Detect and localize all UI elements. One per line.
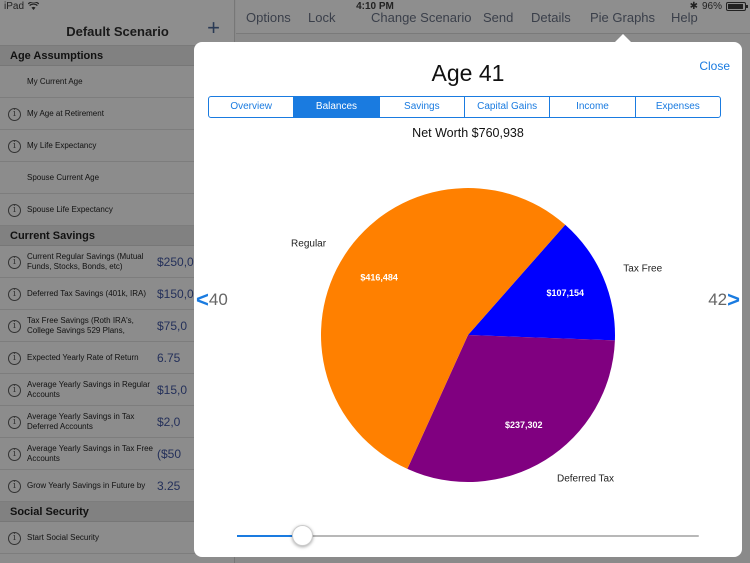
pie-value-label: $416,484 bbox=[360, 273, 398, 283]
info-icon[interactable]: i bbox=[8, 531, 21, 545]
setting-label: My Life Expectancy bbox=[27, 141, 97, 150]
setting-label: Spouse Current Age bbox=[27, 173, 100, 182]
status-bar: iPad 4:10 PM ✱ 96% bbox=[0, 0, 750, 14]
previous-age-button[interactable]: < 40 bbox=[196, 289, 228, 311]
pie-value-label: $107,154 bbox=[546, 288, 584, 298]
setting-label: Tax Free Savings (Roth IRA's, College Sa… bbox=[27, 316, 134, 335]
next-age-button[interactable]: 42 > bbox=[708, 289, 740, 311]
setting-label: Start Social Security bbox=[27, 533, 100, 542]
setting-label: Current Regular Savings (Mutual Funds, S… bbox=[27, 252, 144, 271]
info-icon[interactable]: i bbox=[8, 351, 21, 365]
setting-label: Spouse Life Expectancy bbox=[27, 205, 113, 214]
age-title: Age 41 bbox=[431, 60, 505, 86]
setting-label: Average Yearly Savings in Tax Free Accou… bbox=[27, 444, 154, 463]
tab-capital-gains[interactable]: Capital Gains bbox=[465, 97, 551, 117]
status-right: ✱ 96% bbox=[689, 1, 748, 12]
close-button[interactable]: Close bbox=[699, 59, 730, 73]
previous-age-label: 40 bbox=[208, 290, 228, 309]
pie-name-label: Deferred Tax bbox=[557, 474, 614, 485]
net-worth-label: Net Worth $760,938 bbox=[412, 126, 524, 140]
status-time: 4:10 PM bbox=[356, 1, 394, 12]
info-icon[interactable]: i bbox=[8, 107, 21, 121]
setting-label: Deferred Tax Savings (401k, IRA) bbox=[27, 289, 147, 298]
info-icon[interactable]: i bbox=[8, 383, 21, 397]
add-scenario-button[interactable]: + bbox=[207, 17, 220, 39]
setting-label: Average Yearly Savings in Regular Accoun… bbox=[27, 380, 151, 399]
pie-value-label: $237,302 bbox=[505, 420, 543, 430]
balances-pie-chart: $107,154 Tax Free $237,302 Deferred Tax $416… bbox=[291, 187, 663, 485]
setting-label: My Current Age bbox=[27, 77, 83, 86]
next-age-label: 42 bbox=[708, 290, 728, 309]
pie-graph-popover: Age 41 Close Overview Balances Savings C… bbox=[194, 42, 742, 557]
chevron-left-icon: < bbox=[196, 287, 209, 312]
info-icon[interactable]: i bbox=[8, 479, 21, 493]
info-icon[interactable]: i bbox=[8, 139, 21, 153]
bluetooth-icon: ✱ bbox=[689, 1, 698, 12]
pie-name-label: Tax Free bbox=[623, 263, 662, 274]
tab-expenses[interactable]: Expenses bbox=[636, 97, 720, 117]
setting-label: Expected Yearly Rate of Return bbox=[27, 353, 139, 362]
info-icon[interactable]: i bbox=[8, 447, 21, 461]
age-slider[interactable] bbox=[237, 525, 699, 546]
info-icon[interactable]: i bbox=[8, 319, 21, 333]
pie-name-label: Regular bbox=[291, 238, 327, 249]
age-slider-thumb[interactable] bbox=[291, 525, 313, 546]
scenario-title: Default Scenario bbox=[66, 24, 169, 39]
info-icon[interactable]: i bbox=[8, 415, 21, 429]
setting-label: My Age at Retirement bbox=[27, 109, 104, 118]
tab-income[interactable]: Income bbox=[550, 97, 636, 117]
battery-percent: 96% bbox=[701, 1, 722, 12]
tab-savings[interactable]: Savings bbox=[380, 97, 465, 117]
battery-icon bbox=[726, 2, 748, 11]
info-icon[interactable]: i bbox=[8, 203, 21, 217]
graph-type-tabs: Overview Balances Savings Capital Gains … bbox=[208, 96, 721, 118]
chevron-right-icon: > bbox=[727, 287, 740, 312]
info-icon[interactable]: i bbox=[8, 255, 21, 269]
tab-overview[interactable]: Overview bbox=[209, 97, 295, 117]
setting-label: Grow Yearly Savings in Future by bbox=[27, 481, 146, 490]
setting-label: Average Yearly Savings in Tax Deferred A… bbox=[27, 412, 135, 431]
info-icon[interactable]: i bbox=[8, 287, 21, 301]
tab-balances[interactable]: Balances bbox=[294, 97, 380, 117]
